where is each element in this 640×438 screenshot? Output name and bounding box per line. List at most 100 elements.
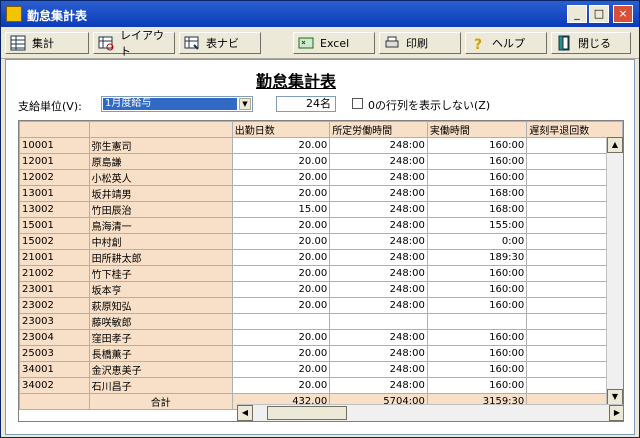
employee-name-cell[interactable]: 鳥海清一 (88, 217, 233, 234)
value-cell[interactable]: 160:00 (426, 329, 528, 346)
employee-id-cell[interactable]: 10001 (19, 137, 90, 154)
print-button[interactable]: 印刷 (379, 32, 461, 54)
employee-name-cell[interactable]: 小松英人 (88, 169, 233, 186)
employee-id-cell[interactable]: 34001 (19, 361, 90, 378)
value-cell[interactable]: 20.00 (231, 249, 331, 266)
value-cell[interactable]: 20.00 (231, 297, 331, 314)
employee-name-cell[interactable]: 坂本亨 (88, 281, 233, 298)
value-cell[interactable]: 15.00 (231, 201, 331, 218)
value-cell[interactable]: 155:00 (426, 217, 528, 234)
column-header[interactable]: 遅刻早退回数 (526, 121, 623, 138)
employee-name-cell[interactable]: 窪田孝子 (88, 329, 233, 346)
table-row[interactable]: 23004 窪田孝子 20.00 248:00 160:00 (19, 329, 623, 346)
employee-id-cell[interactable]: 34002 (19, 377, 90, 394)
table-row[interactable]: 13002 竹田辰治 15.00 248:00 168:00 (19, 201, 623, 218)
table-row[interactable]: 10001 弥生憲司 20.00 248:00 160:00 (19, 137, 623, 154)
value-cell[interactable]: 160:00 (426, 361, 528, 378)
value-cell[interactable]: 20.00 (231, 377, 331, 394)
value-cell[interactable]: 160:00 (426, 281, 528, 298)
value-cell[interactable]: 20.00 (231, 137, 331, 154)
value-cell[interactable]: 248:00 (329, 185, 428, 202)
value-cell[interactable]: 160:00 (426, 153, 528, 170)
column-header[interactable]: 実働時間 (426, 121, 528, 138)
value-cell[interactable]: 248:00 (329, 137, 428, 154)
chevron-down-icon[interactable]: ▼ (239, 98, 251, 110)
column-header[interactable]: 出勤日数 (231, 121, 331, 138)
table-row[interactable]: 12002 小松英人 20.00 248:00 160:00 (19, 169, 623, 186)
employee-id-cell[interactable]: 15002 (19, 233, 90, 250)
value-cell[interactable]: 20.00 (231, 185, 331, 202)
value-cell[interactable]: 248:00 (329, 153, 428, 170)
table-row[interactable]: 25003 長橋薫子 20.00 248:00 160:00 (19, 345, 623, 362)
table-row[interactable]: 21002 竹下桂子 20.00 248:00 160:00 (19, 265, 623, 282)
minimize-button[interactable]: _ (567, 5, 587, 23)
scroll-right-button[interactable]: ▶ (609, 405, 623, 421)
employee-name-cell[interactable]: 弥生憲司 (88, 137, 233, 154)
employee-name-cell[interactable]: 竹下桂子 (88, 265, 233, 282)
value-cell[interactable]: 160:00 (426, 169, 528, 186)
table-row[interactable]: 34002 石川昌子 20.00 248:00 160:00 (19, 377, 623, 394)
value-cell[interactable]: 20.00 (231, 329, 331, 346)
hide-zero-checkbox[interactable] (352, 98, 363, 109)
value-cell[interactable]: 20.00 (231, 169, 331, 186)
employee-id-cell[interactable]: 21002 (19, 265, 90, 282)
value-cell[interactable]: 160:00 (426, 345, 528, 362)
hide-zero-label[interactable]: 0の行列を表示しない(Z) (368, 97, 490, 113)
employee-name-cell[interactable]: 藤咲敏郎 (88, 313, 233, 330)
help-button[interactable]: ? ヘルプ (465, 32, 547, 54)
scroll-left-button[interactable]: ◀ (237, 405, 253, 421)
employee-id-cell[interactable]: 21001 (19, 249, 90, 266)
value-cell[interactable]: 160:00 (426, 137, 528, 154)
employee-name-cell[interactable]: 原島謙 (88, 153, 233, 170)
value-cell[interactable]: 20.00 (231, 233, 331, 250)
table-row[interactable]: 23002 萩原知弘 20.00 248:00 160:00 (19, 297, 623, 314)
pay-unit-select[interactable]: 1月度給与 ▼ (101, 96, 253, 112)
employee-id-cell[interactable]: 12002 (19, 169, 90, 186)
table-row[interactable]: 13001 坂井靖男 20.00 248:00 168:00 (19, 185, 623, 202)
value-cell[interactable]: 160:00 (426, 265, 528, 282)
scroll-up-button[interactable]: ▲ (607, 137, 623, 153)
value-cell[interactable]: 248:00 (329, 249, 428, 266)
value-cell[interactable]: 20.00 (231, 265, 331, 282)
table-row[interactable]: 12001 原島謙 20.00 248:00 160:00 (19, 153, 623, 170)
scroll-thumb[interactable] (267, 406, 347, 420)
value-cell[interactable] (231, 313, 331, 330)
maximize-button[interactable]: □ (589, 5, 609, 23)
table-nav-button[interactable]: 表ナビ (179, 32, 261, 54)
employee-id-cell[interactable]: 15001 (19, 217, 90, 234)
employee-id-cell[interactable]: 13001 (19, 185, 90, 202)
value-cell[interactable]: 160:00 (426, 377, 528, 394)
table-row[interactable]: 15002 中村創 20.00 248:00 0:00 (19, 233, 623, 250)
value-cell[interactable]: 248:00 (329, 297, 428, 314)
employee-id-cell[interactable]: 13002 (19, 201, 90, 218)
employee-id-cell[interactable]: 23001 (19, 281, 90, 298)
close-app-button[interactable]: 閉じる (551, 32, 631, 54)
value-cell[interactable]: 168:00 (426, 185, 528, 202)
value-cell[interactable]: 20.00 (231, 217, 331, 234)
close-window-button[interactable]: × (613, 5, 633, 23)
value-cell[interactable]: 248:00 (329, 201, 428, 218)
employee-name-cell[interactable]: 石川昌子 (88, 377, 233, 394)
value-cell[interactable]: 248:00 (329, 217, 428, 234)
value-cell[interactable]: 168:00 (426, 201, 528, 218)
employee-id-cell[interactable]: 23004 (19, 329, 90, 346)
value-cell[interactable]: 0:00 (426, 233, 528, 250)
employee-id-cell[interactable]: 23003 (19, 313, 90, 330)
value-cell[interactable]: 248:00 (329, 361, 428, 378)
horizontal-scrollbar[interactable]: ◀ ▶ (237, 404, 623, 421)
table-row[interactable]: 34001 金沢恵美子 20.00 248:00 160:00 (19, 361, 623, 378)
value-cell[interactable]: 20.00 (231, 361, 331, 378)
vertical-scrollbar[interactable]: ▲ ▼ (606, 137, 623, 405)
scroll-down-button[interactable]: ▼ (607, 389, 623, 405)
table-row[interactable]: 23003 藤咲敏郎 (19, 313, 623, 330)
excel-button[interactable]: Excel (293, 32, 375, 54)
employee-name-cell[interactable]: 長橋薫子 (88, 345, 233, 362)
value-cell[interactable]: 20.00 (231, 281, 331, 298)
value-cell[interactable]: 248:00 (329, 345, 428, 362)
value-cell[interactable]: 160:00 (426, 297, 528, 314)
table-row[interactable]: 23001 坂本亨 20.00 248:00 160:00 (19, 281, 623, 298)
employee-id-cell[interactable]: 25003 (19, 345, 90, 362)
value-cell[interactable]: 248:00 (329, 265, 428, 282)
employee-id-cell[interactable]: 12001 (19, 153, 90, 170)
employee-name-cell[interactable]: 坂井靖男 (88, 185, 233, 202)
